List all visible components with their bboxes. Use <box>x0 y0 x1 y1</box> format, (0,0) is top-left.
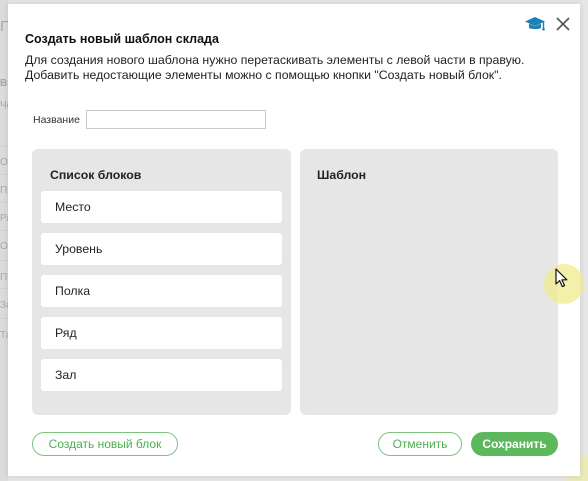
dialog-description: Для создания нового шаблона нужно перета… <box>25 53 524 83</box>
background-divider <box>0 260 8 261</box>
blocks-list-title: Список блоков <box>50 168 142 182</box>
background-text: Пр <box>0 272 8 283</box>
mouse-pointer-icon <box>555 268 569 288</box>
background-divider <box>0 230 8 231</box>
graduation-cap-icon[interactable] <box>523 14 547 34</box>
background-text: О <box>0 157 8 168</box>
cancel-button[interactable]: Отменить <box>378 432 462 456</box>
background-text: Че <box>0 100 8 111</box>
dialog-title: Создать новый шаблон склада <box>25 32 219 46</box>
blocks-list: Место Уровень Полка Ряд Зал <box>41 191 282 401</box>
block-item-hall[interactable]: Зал <box>41 359 282 391</box>
background-text: Пр <box>0 185 8 196</box>
background-divider <box>0 288 8 289</box>
background-divider <box>0 202 8 203</box>
block-item-place[interactable]: Место <box>41 191 282 223</box>
background-text: За <box>0 300 8 311</box>
name-label: Название <box>33 114 80 126</box>
background-text: От <box>0 241 8 252</box>
background-text: Та <box>0 330 8 341</box>
block-item-shelf[interactable]: Полка <box>41 275 282 307</box>
template-panel-title: Шаблон <box>317 168 367 182</box>
template-drop-zone[interactable]: Шаблон <box>300 149 558 415</box>
background-divider <box>0 318 8 319</box>
save-button[interactable]: Сохранить <box>471 432 558 456</box>
background-text: Вы <box>0 78 8 89</box>
create-block-button[interactable]: Создать новый блок <box>32 432 178 456</box>
close-icon[interactable] <box>554 15 572 33</box>
background-text: Па <box>0 18 8 35</box>
description-line: Добавить недостающие элементы можно с по… <box>25 68 502 82</box>
description-line: Для создания нового шаблона нужно перета… <box>25 53 525 67</box>
background-divider <box>0 146 8 147</box>
block-item-level[interactable]: Уровень <box>41 233 282 265</box>
block-item-row[interactable]: Ряд <box>41 317 282 349</box>
blocks-list-panel: Список блоков Место Уровень Полка Ряд За… <box>32 149 291 415</box>
background-divider <box>0 174 8 175</box>
create-template-dialog: Создать новый шаблон склада Для создания… <box>8 4 580 476</box>
name-input[interactable] <box>86 110 266 129</box>
background-text: Ра <box>0 213 8 224</box>
